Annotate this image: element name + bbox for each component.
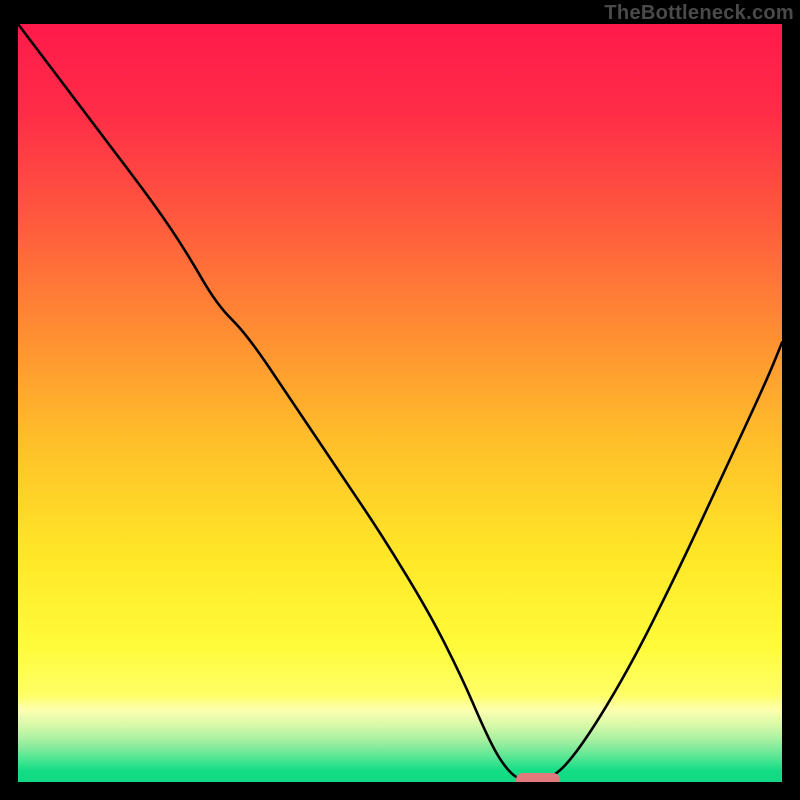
sweet-spot-marker [516,773,560,782]
chart-svg [18,24,782,782]
chart-frame: TheBottleneck.com [0,0,800,800]
watermark-text: TheBottleneck.com [604,2,794,25]
plot-area [18,24,782,782]
gradient-background [18,24,782,782]
